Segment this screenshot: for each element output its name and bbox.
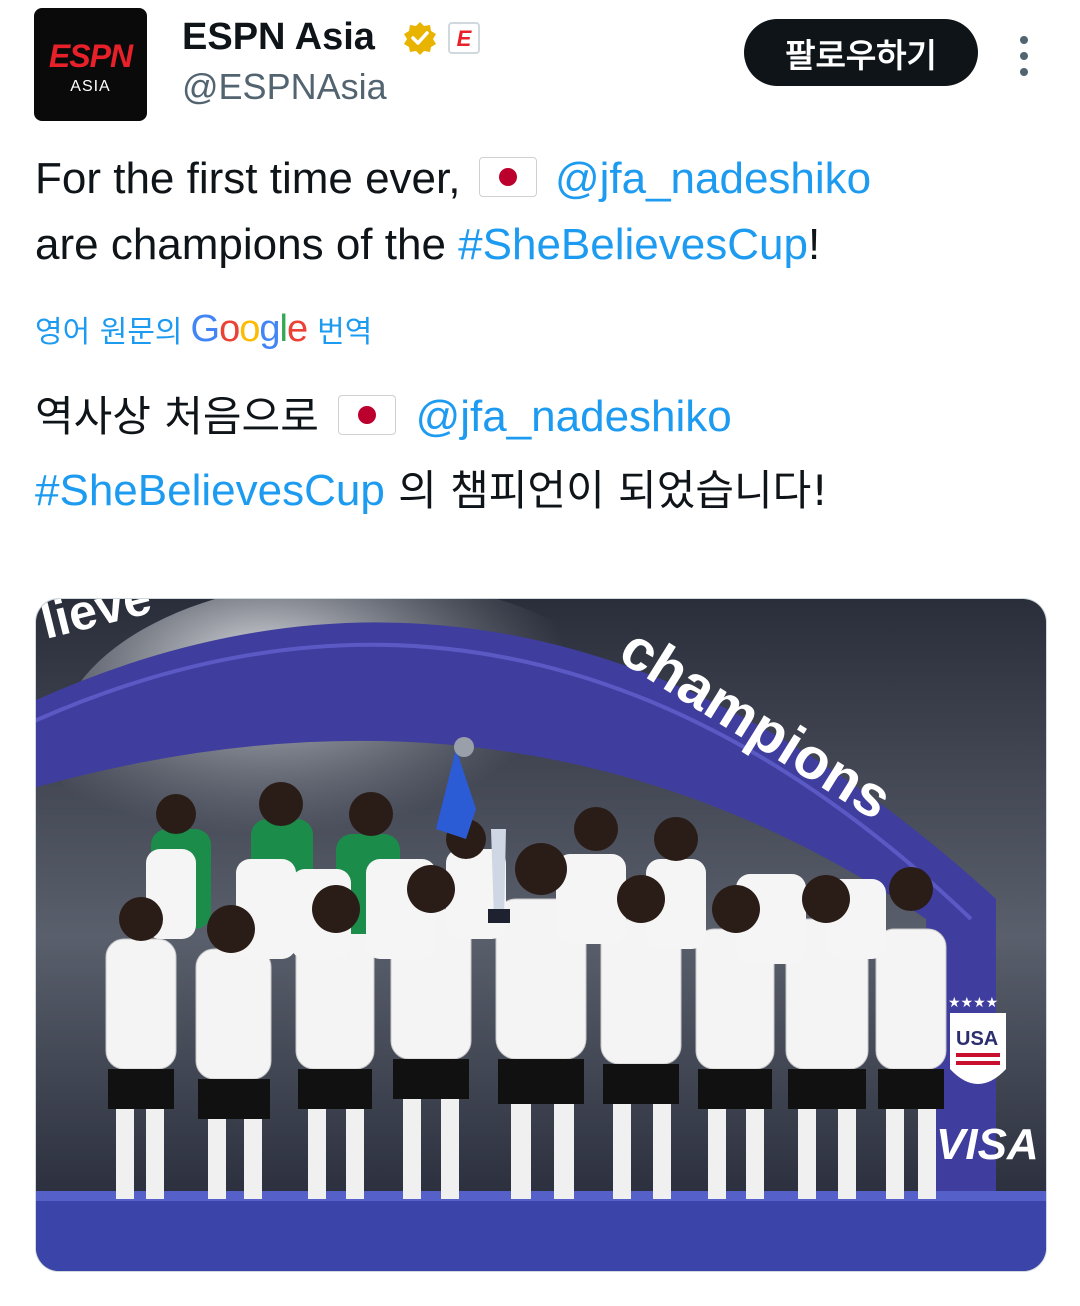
more-options-icon[interactable] (1010, 34, 1038, 78)
tweet-line1-text: For the first time ever, (35, 154, 461, 203)
espn-logo: ESPN (48, 38, 133, 74)
mention-link[interactable]: @jfa_nadeshiko (555, 154, 871, 203)
google-logo: Google (190, 307, 309, 350)
translate-prefix: 영어 원문의 (35, 315, 183, 350)
tweet-line2-text: are champions of the (35, 220, 446, 269)
account-handle[interactable]: @ESPNAsia (182, 66, 387, 108)
follow-button[interactable]: 팔로우하기 (744, 19, 978, 86)
visa-logo: VISA (936, 1120, 1039, 1169)
affiliate-badge-icon[interactable]: E (448, 22, 480, 54)
translate-suffix: 번역 (317, 315, 373, 350)
translated-line2-text: 의 챔피언이 되었습니다! (398, 466, 829, 515)
svg-text:★★★★: ★★★★ (948, 995, 998, 1011)
celebration-photo: champions lieve ★★★★ USA VISA (36, 599, 1046, 1271)
translated-mention-link[interactable]: @jfa_nadeshiko (416, 392, 732, 441)
japan-flag-icon (338, 395, 397, 435)
tweet-line2-end: ! (807, 220, 821, 269)
usa-crest-icon: ★★★★ USA (948, 995, 1006, 1084)
avatar[interactable]: ESPN ASIA (34, 8, 147, 121)
translated-line1-text: 역사상 처음으로 (35, 392, 319, 441)
japan-flag-icon (478, 157, 537, 197)
tweet-text: For the first time ever, @jfa_nadeshiko … (35, 146, 1045, 278)
translated-text: 역사상 처음으로 @jfa_nadeshiko #SheBelievesCup … (35, 380, 1045, 528)
verified-badge-icon (404, 22, 436, 55)
tweet-photo[interactable]: champions lieve ★★★★ USA VISA (35, 598, 1047, 1272)
espn-logo-sub: ASIA (70, 78, 111, 95)
translate-link[interactable]: 영어 원문의 Google 번역 (35, 306, 372, 352)
account-name[interactable]: ESPN Asia (182, 16, 375, 59)
svg-text:USA: USA (956, 1028, 998, 1050)
translated-hashtag-link[interactable]: #SheBelievesCup (35, 466, 385, 515)
hashtag-link[interactable]: #SheBelievesCup (458, 220, 808, 269)
